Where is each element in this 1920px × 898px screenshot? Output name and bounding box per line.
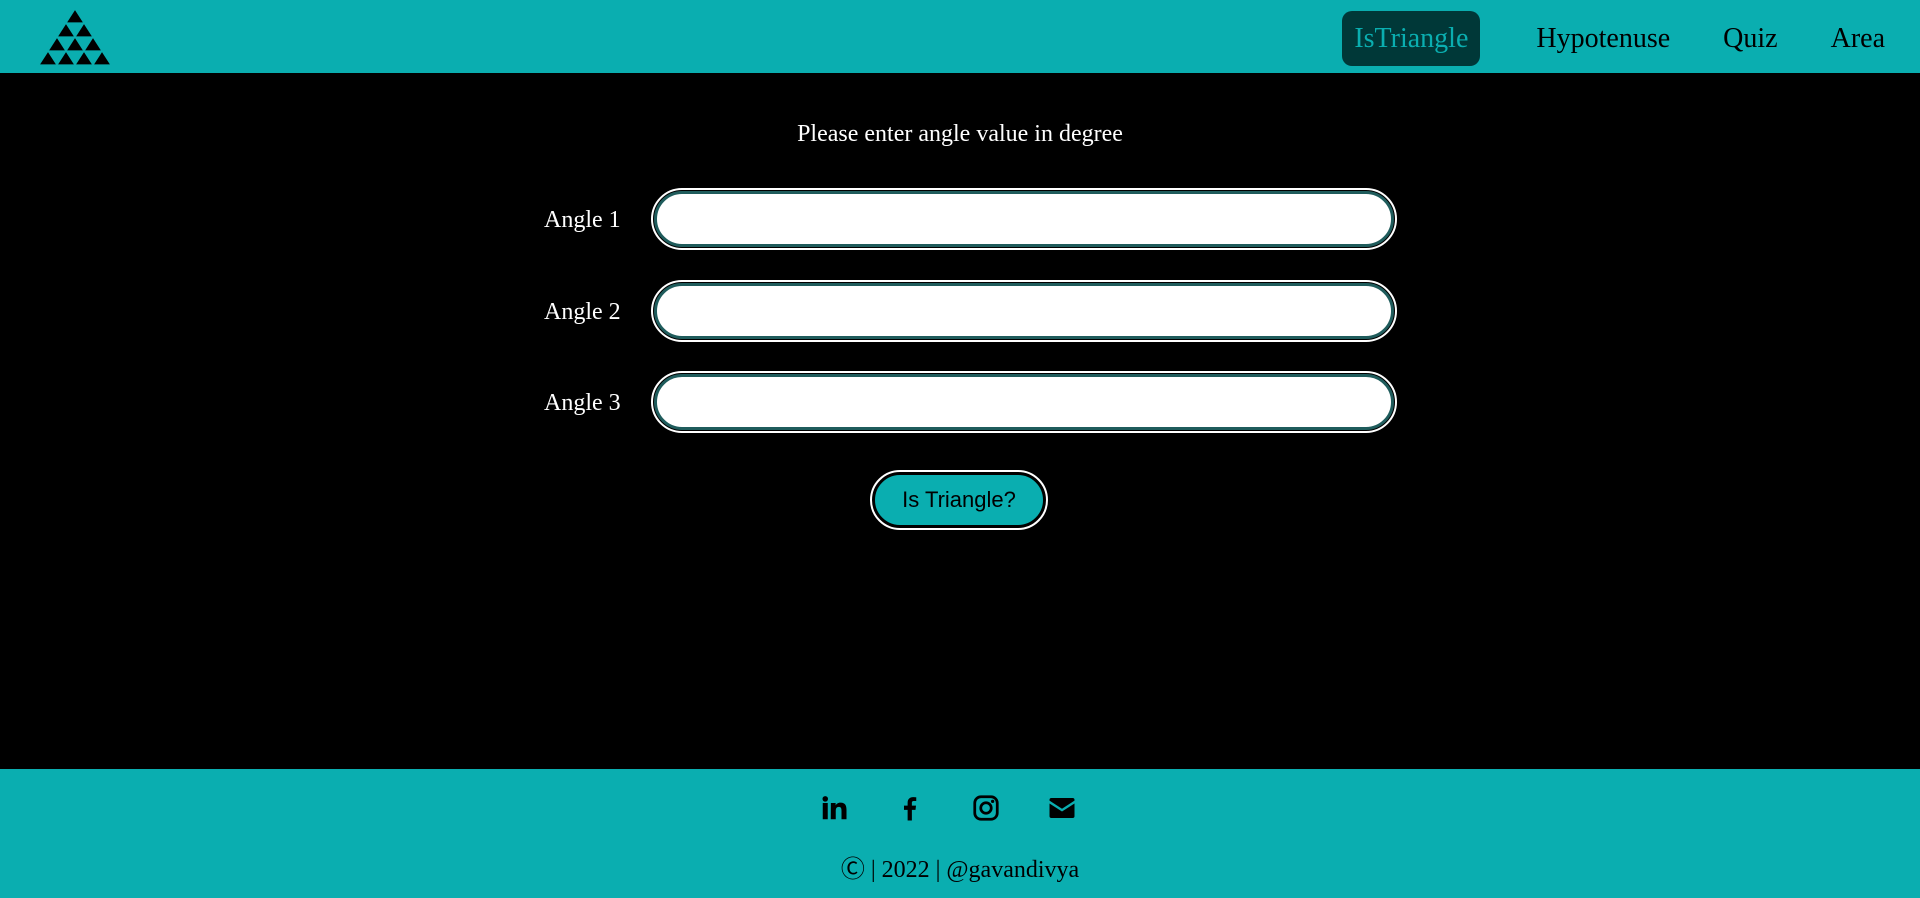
linkedin-icon[interactable] <box>819 793 849 823</box>
angle-1-input[interactable] <box>651 188 1397 250</box>
angle-3-input[interactable] <box>651 371 1397 433</box>
angle-2-row: Angle 2 <box>544 280 1397 342</box>
angle-3-label: Angle 3 <box>544 390 621 416</box>
triangle-logo-icon[interactable] <box>38 8 112 66</box>
nav-link-hypotenuse[interactable]: Hypotenuse <box>1524 11 1682 66</box>
angle-1-row: Angle 1 <box>544 188 1397 250</box>
instagram-icon[interactable] <box>971 793 1001 823</box>
nav-link-istriangle[interactable]: IsTriangle <box>1342 11 1481 66</box>
instruction-text: Please enter angle value in degree <box>797 121 1123 147</box>
facebook-icon[interactable] <box>895 793 925 823</box>
is-triangle-button[interactable]: Is Triangle? <box>870 470 1048 530</box>
angle-1-label: Angle 1 <box>544 207 621 233</box>
angle-2-input[interactable] <box>651 280 1397 342</box>
envelope-icon[interactable] <box>1047 793 1077 823</box>
angle-2-label: Angle 2 <box>544 299 621 325</box>
footer: Ⓒ | 2022 | @gavandivya <box>0 769 1920 898</box>
nav-link-area[interactable]: Area <box>1819 11 1897 66</box>
copyright-text: Ⓒ | 2022 | @gavandivya <box>840 857 1080 883</box>
angle-3-row: Angle 3 <box>544 371 1397 433</box>
main-content: Please enter angle value in degree Angle… <box>0 73 1920 769</box>
social-links <box>0 793 1908 823</box>
navbar: IsTriangle Hypotenuse Quiz Area <box>0 0 1920 73</box>
nav-links: IsTriangle Hypotenuse Quiz Area <box>1342 11 1897 66</box>
nav-link-quiz[interactable]: Quiz <box>1711 11 1789 66</box>
